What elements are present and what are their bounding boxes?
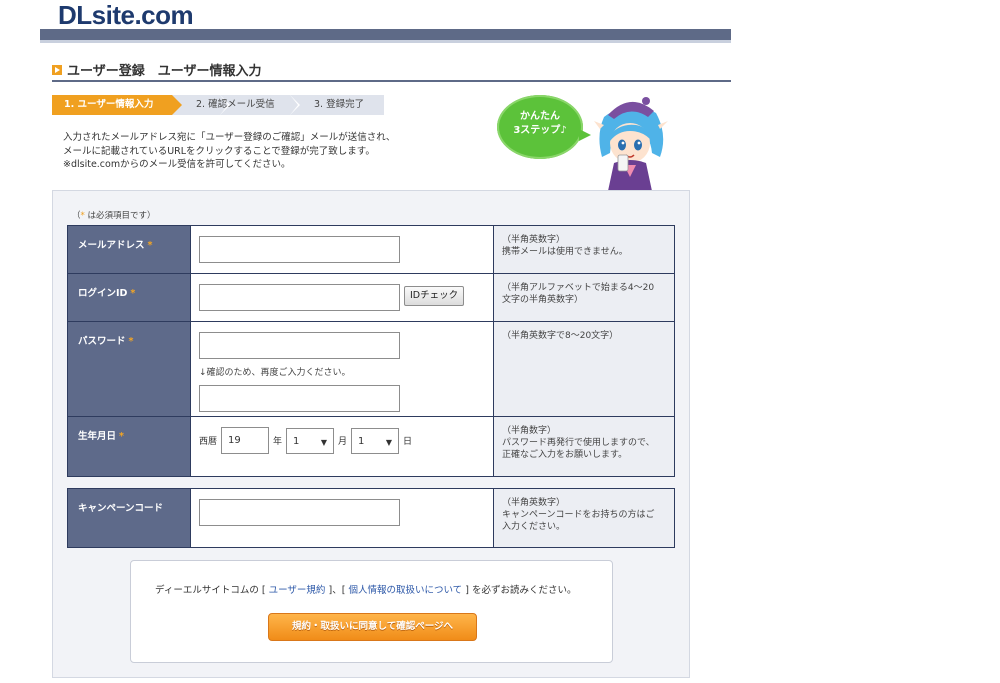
header-bar <box>40 29 731 40</box>
header-bar-underline <box>40 40 731 43</box>
campaign-label-cell: キャンペーンコード <box>67 488 191 548</box>
id-check-button[interactable]: IDチェック <box>404 286 465 306</box>
birth-year-input[interactable]: 19 <box>221 427 270 454</box>
agree-submit-button[interactable]: 規約・取扱いに同意して確認ページへ <box>268 613 477 641</box>
login-id-hint-line: 文字の半角英数字） <box>502 295 584 305</box>
campaign-hint-line: （半角英数字） <box>502 498 566 508</box>
campaign-hint-line: 入力ください。 <box>502 522 566 532</box>
password-hint: （半角英数字で8～20文字） <box>493 321 675 417</box>
email-hint: （半角英数字） 携帯メールは使用できません。 <box>493 225 675 274</box>
email-hint-line: 携帯メールは使用できません。 <box>502 247 628 257</box>
email-required-star: * <box>147 240 153 251</box>
bubble-line: かんたん <box>520 111 560 122</box>
required-note-open: （ <box>72 211 81 221</box>
intro-line: 入力されたメールアドレス宛に「ユーザー登録のご確認」メールが送信され、 <box>63 132 396 143</box>
play-arrow-icon <box>52 64 62 75</box>
campaign-row: キャンペーンコード （半角英数字） キャンペーンコードをお持ちの方はご 入力くだ… <box>67 488 675 548</box>
email-hint-line: （半角英数字） <box>502 235 566 245</box>
era-label: 西暦 <box>199 437 218 447</box>
bracket-close: ] <box>465 585 469 596</box>
mascot-character-icon <box>594 97 668 191</box>
birth-day-select[interactable]: 1 ▼ <box>351 427 400 454</box>
login-id-required-star: * <box>130 288 136 299</box>
step-3: 3. 登録完了 <box>314 99 365 110</box>
password-confirm-note: ↓確認のため、再度ご入力ください。 <box>199 368 351 378</box>
login-id-label: ログインID <box>78 288 128 299</box>
login-id-row: ログインID * IDチェック （半角アルファベットで始まる4～20 文字の半角英… <box>67 273 675 322</box>
password-label-cell: パスワード * <box>67 321 191 417</box>
birthdate-hint-line: パスワード再発行で使用しますので、 <box>502 438 655 448</box>
user-terms-link[interactable]: ユーザー規約 <box>269 585 326 596</box>
login-id-hint: （半角アルファベットで始まる4～20 文字の半角英数字） <box>493 273 675 322</box>
email-field[interactable] <box>199 236 400 263</box>
year-unit: 年 <box>273 437 283 447</box>
step-separator-3-inner <box>290 95 298 115</box>
bracket-open: [ <box>341 585 346 596</box>
intro-line: メールに記載されているURLをクリックすることで登録が完了致します。 <box>63 145 375 157</box>
campaign-code-field[interactable] <box>199 499 400 526</box>
email-row: メールアドレス * （半角英数字） 携帯メールは使用できません。 <box>67 225 675 274</box>
intro-text: 入力されたメールアドレス宛に「ユーザー登録のご確認」メールが送信され、 メールに… <box>63 131 395 172</box>
login-id-input-cell: IDチェック <box>190 273 494 322</box>
campaign-input-cell <box>190 488 494 548</box>
birthdate-hint-line: 正確なご入力をお願いします。 <box>502 450 628 460</box>
month-unit: 月 <box>338 437 348 447</box>
birthdate-hint: （半角数字） パスワード再発行で使用しますので、 正確なご入力をお願いします。 <box>493 416 675 477</box>
chevron-down-icon: ▼ <box>385 437 393 447</box>
agreement-box: ディーエルサイトコムの [ ユーザー規約 ]、[ 個人情報の取扱いについて ] … <box>130 560 613 663</box>
page-title-wrapper: ユーザー登録 ユーザー情報入力 <box>52 60 261 79</box>
birth-day-value: 1 <box>358 435 365 447</box>
speech-bubble: かんたん 3ステップ♪ <box>497 95 591 159</box>
title-divider <box>52 80 731 82</box>
password-label: パスワード <box>78 336 126 347</box>
agreement-text: ディーエルサイトコムの [ ユーザー規約 ]、[ 個人情報の取扱いについて ] … <box>155 582 576 596</box>
birthdate-label-cell: 生年月日 * <box>67 416 191 477</box>
password-input-cell: ↓確認のため、再度ご入力ください。 <box>190 321 494 417</box>
campaign-form-table: キャンペーンコード （半角英数字） キャンペーンコードをお持ちの方はご 入力くだ… <box>67 488 675 548</box>
login-id-field[interactable] <box>199 284 400 311</box>
campaign-hint: （半角英数字） キャンペーンコードをお持ちの方はご 入力ください。 <box>493 488 675 548</box>
email-label: メールアドレス <box>78 240 145 251</box>
bubble-line: 3ステップ♪ <box>513 125 567 136</box>
password-field[interactable] <box>199 332 400 359</box>
email-input-cell <box>190 225 494 274</box>
login-id-hint-line: （半角アルファベットで始まる4～20 <box>502 283 655 293</box>
step-1: 1. ユーザー情報入力 <box>52 95 182 115</box>
birth-month-select[interactable]: 1 ▼ <box>286 427 335 454</box>
privacy-policy-link[interactable]: 個人情報の取扱いについて <box>348 585 462 596</box>
password-required-star: * <box>128 336 134 347</box>
birthdate-row: 生年月日 * 西暦 19 年 1 ▼ 月 1 ▼ 日 （半角数字） パスワード再… <box>67 416 675 477</box>
campaign-label: キャンペーンコード <box>78 503 164 514</box>
login-id-label-cell: ログインID * <box>67 273 191 322</box>
agreement-prefix: ディーエルサイトコムの <box>155 585 259 596</box>
page-title: ユーザー登録 ユーザー情報入力 <box>67 64 262 79</box>
step-indicator: 1. ユーザー情報入力 2. 確認メール受信 3. 登録完了 <box>52 95 384 115</box>
birthdate-input-cell: 西暦 19 年 1 ▼ 月 1 ▼ 日 <box>190 416 494 477</box>
birthdate-required-star: * <box>119 431 124 442</box>
birthdate-controls: 西暦 19 年 1 ▼ 月 1 ▼ 日 <box>199 427 493 454</box>
intro-line: ※dlsite.comからのメール受信を許可してください。 <box>63 159 291 170</box>
site-logo[interactable]: DLsite.com <box>58 0 194 31</box>
step-2: 2. 確認メール受信 <box>196 99 275 110</box>
password-row: パスワード * ↓確認のため、再度ご入力ください。 （半角英数字で8～20文字） <box>67 321 675 417</box>
day-unit: 日 <box>403 437 413 447</box>
chevron-down-icon: ▼ <box>320 437 328 447</box>
bracket-open: [ <box>261 585 266 596</box>
agreement-suffix: を必ずお読みください。 <box>471 585 577 596</box>
email-label-cell: メールアドレス * <box>67 225 191 274</box>
required-note: （* は必須項目です） <box>72 209 155 221</box>
birthdate-hint-line: （半角数字） <box>502 426 557 436</box>
birthdate-label: 生年月日 <box>78 431 117 442</box>
registration-form-table: メールアドレス * （半角英数字） 携帯メールは使用できません。 ログインID * … <box>67 225 675 477</box>
agreement-middle: 、 <box>332 585 342 596</box>
campaign-hint-line: キャンペーンコードをお持ちの方はご <box>502 510 655 520</box>
required-note-text: は必須項目です） <box>84 211 156 221</box>
password-hint-line: （半角英数字で8～20文字） <box>502 331 619 341</box>
birth-month-value: 1 <box>293 435 300 447</box>
password-confirm-field[interactable] <box>199 385 400 412</box>
